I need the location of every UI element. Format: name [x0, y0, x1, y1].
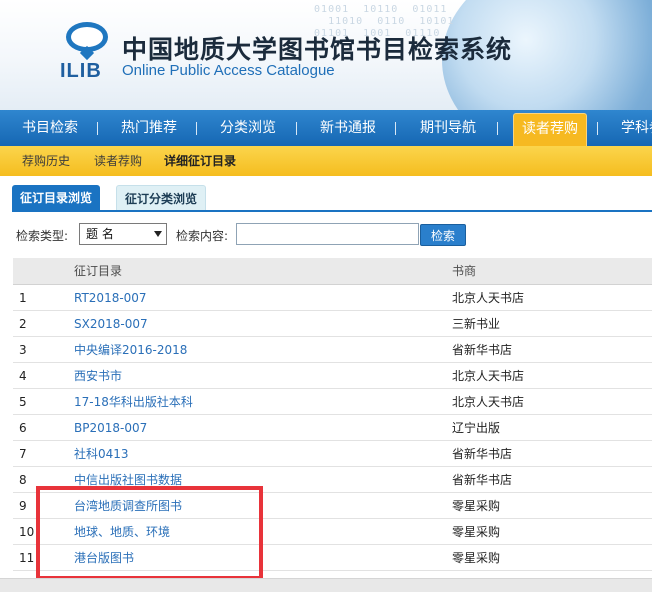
nav-separator: [597, 122, 598, 135]
header-banner: 01001 10110 01011 11010 0110 10101 01101…: [0, 0, 652, 110]
main-nav: 书目检索 热门推荐 分类浏览 新书通报 期刊导航 读者荐购 学科参: [0, 110, 652, 146]
table-row: 2 SX2018-007 三新书业: [13, 311, 652, 337]
subnav-reader-recommend[interactable]: 读者荐购: [94, 146, 142, 176]
vendor-name: 三新书业: [452, 317, 501, 331]
table-row: 3 中央编译2016-2018 省新华书店: [13, 337, 652, 363]
vendor-name: 北京人天书店: [452, 395, 525, 409]
sub-nav: 荐购历史 读者荐购 详细征订目录: [0, 146, 652, 176]
nav-separator: [97, 122, 98, 135]
vendor-name: 省新华书店: [452, 343, 513, 357]
search-type-label: 检索类型:: [16, 229, 69, 243]
tab-catalog-browse[interactable]: 征订目录浏览: [12, 185, 101, 211]
row-number: 4: [19, 369, 27, 383]
table-row: 1 RT2018-007 北京人天书店: [13, 285, 652, 311]
tab-underline: [12, 210, 652, 212]
ilib-logo: ILIB: [60, 22, 115, 82]
nav-separator: [196, 122, 197, 135]
vendor-name: 零星采购: [452, 551, 501, 565]
vendor-name: 零星采购: [452, 525, 501, 539]
row-number: 9: [19, 499, 27, 513]
search-input[interactable]: [236, 223, 419, 245]
nav-item-new-books[interactable]: 新书通报: [320, 110, 376, 146]
catalog-link[interactable]: 西安书市: [74, 363, 122, 389]
logo-text: ILIB: [60, 60, 102, 82]
column-header-catalog: 征订目录: [74, 264, 123, 278]
vendor-name: 北京人天书店: [452, 369, 525, 383]
vendor-name: 零星采购: [452, 499, 501, 513]
bottom-scrollbar[interactable]: [0, 578, 652, 592]
catalog-link[interactable]: 17-18华科出版社本科: [74, 389, 193, 415]
subnav-recommend-history[interactable]: 荐购历史: [22, 146, 70, 176]
row-number: 3: [19, 343, 27, 357]
nav-item-category-browse[interactable]: 分类浏览: [220, 110, 276, 146]
row-number: 10: [19, 525, 35, 539]
nav-separator: [296, 122, 297, 135]
nav-item-catalog-search[interactable]: 书目检索: [22, 110, 78, 146]
nav-item-subject[interactable]: 学科参: [621, 110, 652, 146]
chevron-down-icon: [154, 231, 162, 237]
subnav-detailed-catalog[interactable]: 详细征订目录: [164, 146, 236, 176]
row-number: 7: [19, 447, 27, 461]
search-type-value: 题 名: [86, 227, 114, 241]
page: 01001 10110 01011 11010 0110 10101 01101…: [0, 0, 652, 592]
nav-separator: [497, 122, 498, 135]
nav-separator: [395, 122, 396, 135]
table-row: 6 BP2018-007 辽宁出版: [13, 415, 652, 441]
table-header: 征订目录 书商: [13, 258, 652, 285]
catalog-link[interactable]: 社科0413: [74, 441, 129, 467]
vendor-name: 北京人天书店: [452, 291, 525, 305]
search-content-label: 检索内容:: [176, 229, 229, 243]
row-number: 2: [19, 317, 27, 331]
catalog-link[interactable]: BP2018-007: [74, 415, 147, 441]
site-subtitle: Online Public Access Catalogue: [122, 62, 335, 79]
row-number: 11: [19, 551, 35, 565]
table-row: 7 社科0413 省新华书店: [13, 441, 652, 467]
vendor-name: 辽宁出版: [452, 421, 501, 435]
highlight-annotation-box: [36, 486, 263, 580]
column-header-vendor: 书商: [452, 264, 477, 278]
tab-category-browse[interactable]: 征订分类浏览: [116, 185, 207, 211]
site-title: 中国地质大学图书馆书目检索系统: [122, 35, 513, 64]
vendor-name: 省新华书店: [452, 473, 513, 487]
search-form: 检索类型: 题 名 检索内容: 检索: [16, 223, 652, 247]
catalog-link[interactable]: SX2018-007: [74, 311, 148, 337]
row-number: 6: [19, 421, 27, 435]
catalog-link[interactable]: RT2018-007: [74, 285, 147, 311]
search-button[interactable]: 检索: [420, 224, 466, 246]
table-row: 4 西安书市 北京人天书店: [13, 363, 652, 389]
nav-item-journal-nav[interactable]: 期刊导航: [420, 110, 476, 146]
nav-item-hot-recommend[interactable]: 热门推荐: [121, 110, 177, 146]
vendor-name: 省新华书店: [452, 447, 513, 461]
row-number: 8: [19, 473, 27, 487]
table-row: 5 17-18华科出版社本科 北京人天书店: [13, 389, 652, 415]
nav-item-reader-recommend[interactable]: 读者荐购: [513, 113, 587, 146]
row-number: 1: [19, 291, 27, 305]
search-type-select[interactable]: 题 名: [79, 223, 167, 245]
catalog-link[interactable]: 中央编译2016-2018: [74, 337, 187, 363]
row-number: 5: [19, 395, 27, 409]
